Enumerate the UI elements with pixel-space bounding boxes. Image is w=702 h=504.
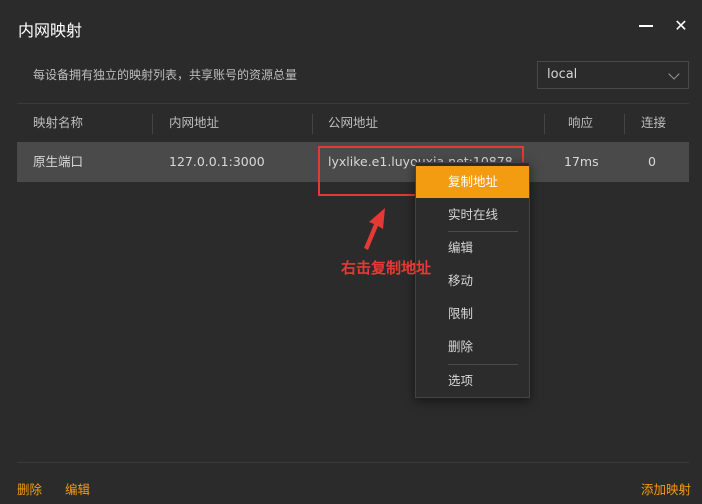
header-internal: 内网地址 xyxy=(169,115,220,130)
cell-internal: 127.0.0.1:3000 xyxy=(169,154,265,169)
add-mapping-button[interactable]: 添加映射 xyxy=(641,479,691,498)
header-divider xyxy=(624,114,625,134)
menu-item-delete[interactable]: 删除 xyxy=(416,331,529,363)
header-divider xyxy=(544,114,545,134)
minimize-button[interactable] xyxy=(634,14,658,38)
device-select[interactable]: local xyxy=(537,61,689,89)
annotation-text: 右击复制地址 xyxy=(341,259,432,277)
annotation-arrow-icon xyxy=(364,208,385,250)
cell-connections: 0 xyxy=(648,154,656,169)
menu-item-realtime-online[interactable]: 实时在线 xyxy=(416,199,529,231)
context-menu: 复制地址 实时在线 编辑 移动 限制 删除 选项 xyxy=(415,162,530,398)
device-select-value: local xyxy=(547,67,578,82)
header-name: 映射名称 xyxy=(33,115,84,130)
menu-item-move[interactable]: 移动 xyxy=(416,265,529,297)
title-bar: 内网映射 ✕ xyxy=(0,0,702,56)
edit-button[interactable]: 编辑 xyxy=(65,479,90,498)
delete-button[interactable]: 删除 xyxy=(17,479,42,498)
cell-name: 原生端口 xyxy=(33,154,84,169)
header-divider xyxy=(312,114,313,134)
header-public: 公网地址 xyxy=(328,115,379,130)
menu-item-edit[interactable]: 编辑 xyxy=(416,232,529,264)
description-text: 每设备拥有独立的映射列表，共享账号的资源总量 xyxy=(33,68,298,82)
minimize-icon xyxy=(639,25,653,27)
header-divider xyxy=(152,114,153,134)
window-title: 内网映射 xyxy=(18,21,83,40)
header-latency: 响应 xyxy=(568,115,594,130)
cell-latency: 17ms xyxy=(564,154,599,169)
header-connections: 连接 xyxy=(641,115,667,130)
menu-item-copy-address[interactable]: 复制地址 xyxy=(416,166,529,198)
footer-divider xyxy=(17,462,689,463)
close-button[interactable]: ✕ xyxy=(669,14,693,38)
table-header: 映射名称 内网地址 公网地址 响应 连接 xyxy=(17,103,689,142)
menu-item-limit[interactable]: 限制 xyxy=(416,298,529,330)
chevron-down-icon xyxy=(668,68,680,80)
menu-item-options[interactable]: 选项 xyxy=(416,365,529,397)
